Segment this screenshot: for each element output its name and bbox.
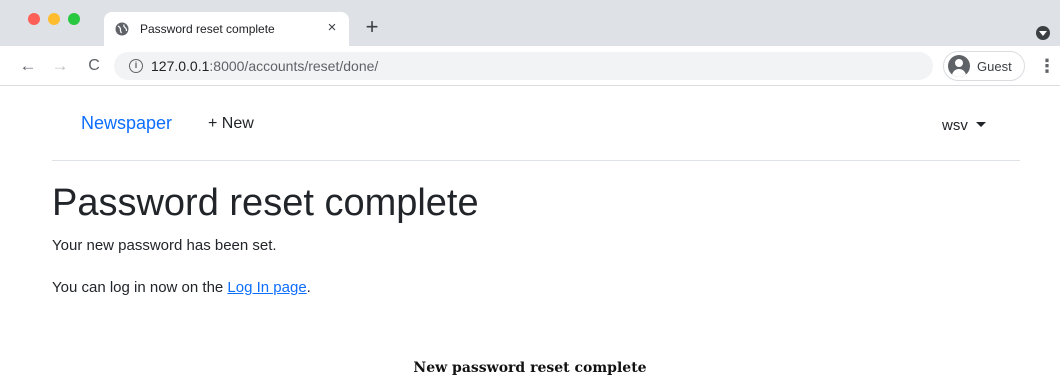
tab-close-icon[interactable]: × [323, 19, 341, 37]
url-host: 127.0.0.1 [151, 58, 210, 74]
profile-avatar-icon [948, 55, 970, 77]
figure-caption: New password reset complete [413, 360, 647, 376]
login-prefix: You can log in now on the [52, 279, 228, 296]
maximize-window-button[interactable] [68, 13, 80, 25]
login-link[interactable]: Log In page [227, 279, 306, 296]
user-dropdown[interactable]: wsv [942, 117, 986, 134]
minimize-window-button[interactable] [48, 13, 60, 25]
page-title: Password reset complete [52, 182, 479, 224]
user-name: wsv [942, 117, 968, 134]
browser-menu-icon[interactable]: ⋮ [1038, 56, 1056, 76]
brand-link[interactable]: Newspaper [81, 113, 172, 134]
profile-button[interactable]: Guest [943, 51, 1025, 81]
browser-toolbar: ← → C i 127.0.0.1:8000/accounts/reset/do… [0, 46, 1060, 86]
info-icon[interactable]: i [129, 59, 143, 73]
tab-search-icon[interactable] [1036, 26, 1050, 40]
login-suffix: . [306, 279, 311, 296]
url-path: :8000/accounts/reset/done/ [209, 58, 379, 74]
active-tab[interactable]: Password reset complete × [104, 12, 349, 46]
profile-label: Guest [977, 59, 1012, 74]
browser-tab-bar: Password reset complete × + [0, 0, 1060, 46]
reload-icon[interactable]: C [84, 56, 104, 76]
tab-title: Password reset complete [140, 22, 275, 36]
back-icon[interactable]: ← [18, 56, 38, 76]
forward-icon[interactable]: → [50, 56, 70, 76]
close-window-button[interactable] [28, 13, 40, 25]
caret-down-icon [975, 122, 986, 127]
address-bar[interactable]: i 127.0.0.1:8000/accounts/reset/done/ [114, 52, 933, 80]
globe-icon [115, 22, 129, 36]
password-set-message: Your new password has been set. [52, 237, 277, 254]
new-link[interactable]: + New [208, 115, 254, 133]
new-tab-button[interactable]: + [362, 16, 382, 38]
site-navbar: Newspaper + New wsv [52, 86, 1020, 161]
url-text[interactable]: 127.0.0.1:8000/accounts/reset/done/ [151, 58, 378, 74]
login-message: You can log in now on the Log In page. [52, 279, 311, 296]
